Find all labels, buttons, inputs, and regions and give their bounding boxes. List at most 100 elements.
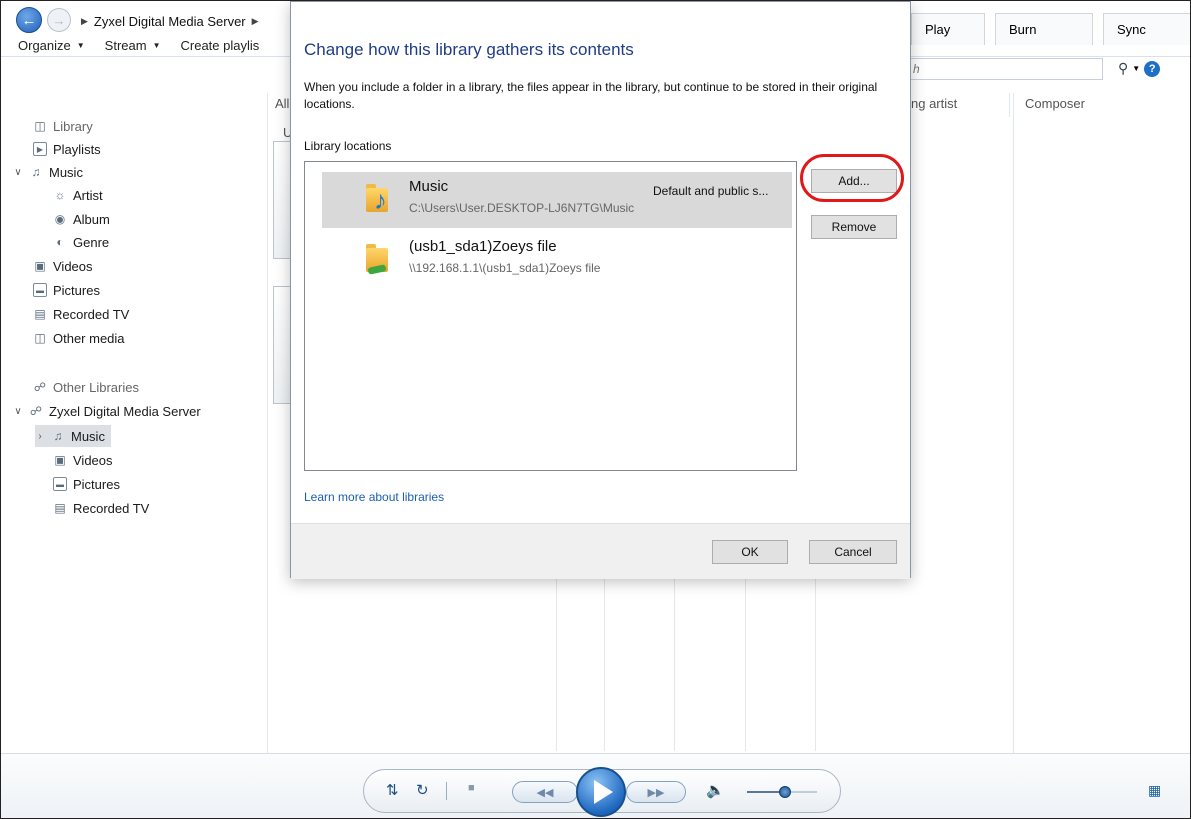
picture-icon: ▬	[33, 283, 47, 297]
search-icon[interactable]: ⚲	[1118, 60, 1128, 77]
forward-button[interactable]: →	[47, 8, 71, 32]
sidebar-item-zyxel-server[interactable]: ∨ ☍ Zyxel Digital Media Server	[13, 400, 200, 422]
sidebar-item-zyxel-videos[interactable]: ▣ Videos	[53, 449, 112, 471]
grid-line	[674, 561, 675, 751]
switch-to-now-playing-icon[interactable]: ▦	[1148, 782, 1161, 799]
tab-sync[interactable]: Sync	[1103, 13, 1190, 45]
list-item[interactable]: ♪ Music C:\Users\User.DESKTOP-LJ6N7TG\Mu…	[322, 172, 792, 228]
location-name: (usb1_sda1)Zoeys file	[409, 238, 557, 255]
list-item[interactable]: (usb1_sda1)Zoeys file \\192.168.1.1\(usb…	[322, 232, 792, 288]
sidebar-item-other-libraries[interactable]: ☍ Other Libraries	[33, 376, 139, 398]
cancel-button[interactable]: Cancel	[809, 540, 897, 564]
server-icon: ☍	[29, 404, 43, 418]
genre-icon: ◐	[56, 235, 64, 249]
column-header-composer[interactable]: Composer	[1025, 96, 1085, 111]
play-button[interactable]	[576, 767, 626, 817]
sidebar-item-label: Genre	[73, 234, 110, 250]
stop-icon[interactable]: ■	[468, 782, 475, 794]
navigation-pane: ◫ Library ▶ Playlists ∨ ♫ Music ☼ Artist…	[1, 109, 267, 749]
sidebar-item-label: Other media	[53, 330, 125, 346]
previous-button[interactable]: ◀◀	[512, 781, 578, 803]
sidebar-item-artist[interactable]: ☼ Artist	[53, 184, 103, 206]
chevron-down-icon[interactable]: ∨	[13, 406, 23, 417]
sidebar-item-recorded-tv[interactable]: ▤ Recorded TV	[33, 303, 129, 325]
breadcrumb-arrow-icon[interactable]: ▶	[252, 16, 259, 27]
sidebar-item-label: Recorded TV	[53, 306, 130, 322]
sidebar-item-genre[interactable]: ◐ Genre	[53, 231, 109, 253]
music-note-icon: ♫	[31, 165, 41, 179]
location-path: C:\Users\User.DESKTOP-LJ6N7TG\Music	[409, 201, 635, 215]
sidebar-item-label: Videos	[53, 258, 93, 274]
library-locations-list[interactable]: ♪ Music C:\Users\User.DESKTOP-LJ6N7TG\Mu…	[304, 161, 797, 471]
music-folder-icon: ♪	[366, 182, 392, 213]
learn-more-link[interactable]: Learn more about libraries	[304, 490, 444, 504]
remove-button[interactable]: Remove	[811, 215, 897, 239]
back-arrow-icon: ←	[21, 11, 37, 29]
sidebar-item-zyxel-music[interactable]: › ♫ Music	[35, 425, 111, 447]
sidebar-item-pictures[interactable]: ▬ Pictures	[33, 279, 100, 301]
other-media-icon: ◫	[34, 331, 46, 345]
search-input[interactable]: h	[911, 58, 1103, 80]
sidebar-item-label: Pictures	[73, 476, 120, 492]
repeat-icon[interactable]: ↻	[416, 781, 429, 799]
stream-label: Stream	[104, 37, 147, 53]
sidebar-item-album[interactable]: ◉ Album	[53, 208, 110, 230]
organize-menu[interactable]: Organize ▼	[18, 38, 85, 53]
breadcrumb: ▶ Zyxel Digital Media Server ▶	[81, 14, 259, 29]
shuffle-icon[interactable]: ⇅	[386, 781, 399, 799]
location-tag: Default and public s...	[653, 184, 769, 198]
divider	[446, 782, 447, 800]
pane-divider	[267, 93, 268, 753]
library-locations-dialog: Change how this library gathers its cont…	[290, 1, 911, 579]
next-button[interactable]: ▶▶	[626, 781, 686, 803]
forward-arrow-icon: →	[52, 12, 66, 28]
other-libraries-icon: ☍	[33, 380, 47, 394]
chevron-right-icon[interactable]: ›	[35, 431, 45, 442]
play-icon	[594, 780, 613, 804]
sidebar-item-label: Pictures	[53, 282, 100, 298]
player-bar: ⇅ ↻ ■ ◀◀ ▶▶ 🔈 ▦	[1, 753, 1190, 818]
network-folder-icon	[366, 242, 392, 275]
chevron-down-icon: ▼	[76, 40, 85, 50]
tab-strip: Play Burn Sync	[911, 13, 1190, 45]
playlist-icon: ▶	[33, 142, 47, 156]
column-header-all[interactable]: All	[275, 96, 289, 111]
volume-icon[interactable]: 🔈	[706, 781, 725, 799]
grid-line	[745, 561, 746, 751]
chevron-down-icon: ▼	[152, 40, 161, 50]
sidebar-item-label: Artist	[73, 187, 103, 203]
tv-icon: ▤	[54, 501, 66, 515]
sidebar-item-music[interactable]: ∨ ♫ Music	[13, 161, 83, 183]
dialog-description: When you include a folder in a library, …	[304, 80, 878, 111]
sidebar-item-library[interactable]: ◫ Library	[33, 115, 92, 137]
tab-play[interactable]: Play	[911, 13, 985, 45]
chevron-down-icon[interactable]: ▼	[1132, 64, 1140, 73]
previous-icon: ◀◀	[536, 786, 554, 799]
video-icon: ▣	[34, 259, 46, 273]
column-separator	[1009, 93, 1010, 117]
organize-label: Organize	[18, 37, 71, 53]
dialog-title: Change how this library gathers its cont…	[304, 40, 634, 59]
help-icon[interactable]: ?	[1144, 60, 1161, 77]
sidebar-item-zyxel-pictures[interactable]: ▬ Pictures	[53, 473, 120, 495]
grid-line	[604, 561, 605, 751]
sidebar-item-videos[interactable]: ▣ Videos	[33, 255, 93, 277]
sidebar-item-label: Playlists	[53, 141, 101, 157]
breadcrumb-arrow-icon[interactable]: ▶	[81, 16, 88, 27]
column-header-artist[interactable]: ng artist	[911, 96, 957, 111]
next-icon: ▶▶	[647, 786, 665, 799]
volume-slider-handle[interactable]	[779, 786, 791, 798]
sidebar-item-zyxel-recorded-tv[interactable]: ▤ Recorded TV	[53, 497, 149, 519]
back-button[interactable]: ←	[16, 7, 42, 33]
chevron-down-icon[interactable]: ∨	[13, 167, 23, 178]
stream-menu[interactable]: Stream ▼	[105, 38, 161, 53]
search-controls: ⚲ ▼ ?	[1118, 60, 1161, 77]
create-playlist-menu[interactable]: Create playlis	[181, 38, 260, 53]
ok-button[interactable]: OK	[712, 540, 788, 564]
sidebar-item-other-media[interactable]: ◫ Other media	[33, 327, 125, 349]
sidebar-item-label: Music	[49, 164, 83, 180]
breadcrumb-item[interactable]: Zyxel Digital Media Server	[94, 14, 246, 29]
music-note-icon: ♫	[53, 429, 63, 443]
sidebar-item-playlists[interactable]: ▶ Playlists	[33, 138, 101, 160]
tab-burn[interactable]: Burn	[995, 13, 1093, 45]
